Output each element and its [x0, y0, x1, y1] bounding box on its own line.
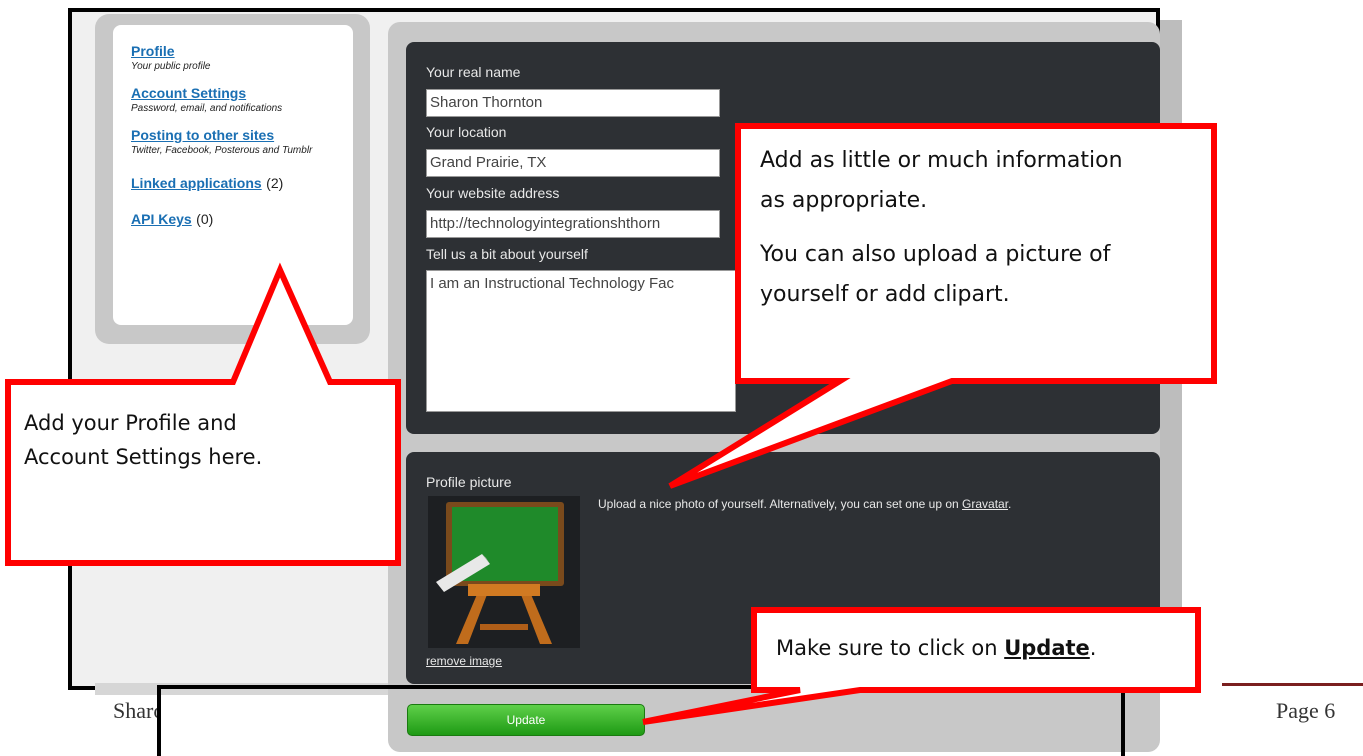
- callout-profile-text: Add your Profile and Account Settings he…: [24, 406, 262, 474]
- callout-update-emphasis: Update: [1004, 636, 1090, 660]
- callout-info-line3: You can also upload a picture of: [760, 242, 1111, 267]
- callout-profile-line1: Add your Profile and: [24, 411, 237, 435]
- callout-update-text: Make sure to click on Update.: [776, 633, 1096, 663]
- callout-update-suffix: .: [1089, 636, 1097, 660]
- callout-info-line2: as appropriate.: [760, 188, 928, 213]
- callout-update-shape: [642, 607, 1201, 725]
- callout-info-line4: yourself or add clipart.: [760, 282, 1010, 307]
- callout-info-line1: Add as little or much information: [760, 148, 1123, 173]
- callout-info-text: Add as little or much information as app…: [760, 141, 1123, 315]
- callout-shapes: [5, 123, 1217, 725]
- callout-profile-line2: Account Settings here.: [24, 445, 263, 469]
- callout-update-prefix: Make sure to click on: [776, 636, 1005, 660]
